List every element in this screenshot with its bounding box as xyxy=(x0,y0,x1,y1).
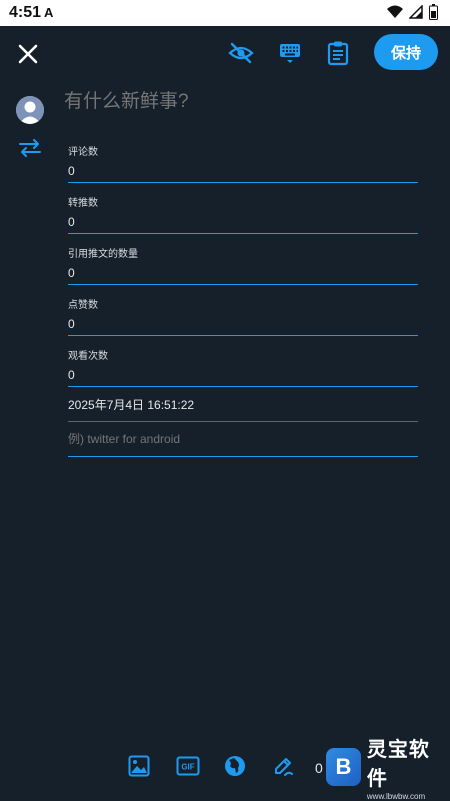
source-client-field[interactable] xyxy=(68,430,418,457)
field-underline xyxy=(68,284,418,285)
field-underline xyxy=(68,335,418,336)
source-client-input[interactable] xyxy=(68,432,418,446)
character-counter: 0 xyxy=(315,760,323,776)
field-label: 观看次数 xyxy=(68,351,108,362)
field-underline xyxy=(68,233,418,234)
datetime-field[interactable]: 2025年7月4日 16:51:22 xyxy=(68,396,418,422)
save-button[interactable]: 保持 xyxy=(374,34,438,70)
close-icon xyxy=(18,44,38,64)
draw-button[interactable] xyxy=(271,754,295,778)
close-button[interactable] xyxy=(12,38,44,70)
hide-icon xyxy=(228,42,254,64)
field-label: 引用推文的数量 xyxy=(68,249,138,260)
battery-icon xyxy=(429,4,438,20)
view-count-field[interactable]: 观看次数 0 xyxy=(68,347,418,387)
field-value[interactable]: 0 xyxy=(68,368,418,382)
clipboard-icon xyxy=(327,41,349,66)
datetime-underline xyxy=(68,421,418,422)
add-gif-button[interactable]: GIF xyxy=(176,754,200,778)
retweet-icon xyxy=(19,139,41,157)
watermark: B 灵宝软件 www.lbwbw.com xyxy=(326,739,444,801)
retweet-count-field[interactable]: 转推数 0 xyxy=(68,194,418,234)
compose-input[interactable] xyxy=(64,88,424,116)
quote-count-field[interactable]: 引用推文的数量 0 xyxy=(68,245,418,285)
field-value[interactable]: 0 xyxy=(68,164,418,178)
hide-button[interactable] xyxy=(224,38,258,68)
image-icon xyxy=(128,755,150,777)
status-indicators xyxy=(387,4,438,20)
keyboard-button[interactable] xyxy=(274,38,306,68)
add-image-button[interactable] xyxy=(127,754,151,778)
watermark-text: 灵宝软件 www.lbwbw.com xyxy=(367,733,444,801)
status-time: 4:51 xyxy=(9,4,42,21)
globe-icon xyxy=(225,756,245,776)
field-label: 点赞数 xyxy=(68,300,98,311)
status-bar: 4:51 A xyxy=(0,0,450,26)
field-underline xyxy=(68,386,418,387)
signal-icon xyxy=(409,5,423,19)
clipboard-button[interactable] xyxy=(322,36,354,70)
field-label: 转推数 xyxy=(68,198,98,209)
field-value[interactable]: 0 xyxy=(68,266,418,280)
field-value[interactable]: 0 xyxy=(68,317,418,331)
field-value[interactable]: 0 xyxy=(68,215,418,229)
source-client-underline xyxy=(68,456,418,457)
watermark-title: 灵宝软件 xyxy=(366,739,430,790)
field-label: 评论数 xyxy=(68,147,98,158)
like-count-field[interactable]: 点赞数 0 xyxy=(68,296,418,336)
compose-toolbar: 保持 xyxy=(0,26,450,80)
field-underline xyxy=(68,182,418,183)
location-button[interactable] xyxy=(223,754,247,778)
svg-text:GIF: GIF xyxy=(181,763,194,772)
keyboard-icon xyxy=(280,44,300,63)
datetime-value[interactable]: 2025年7月4日 16:51:22 xyxy=(68,396,418,413)
status-app-icon: A xyxy=(44,5,54,20)
watermark-logo: B xyxy=(326,748,361,786)
draw-icon xyxy=(275,758,293,776)
avatar-placeholder-icon xyxy=(16,96,44,124)
reply-count-field[interactable]: 评论数 0 xyxy=(68,143,418,183)
avatar xyxy=(16,96,44,124)
wifi-icon xyxy=(387,5,403,18)
retweet-button[interactable] xyxy=(16,134,44,162)
gif-icon: GIF xyxy=(176,756,200,776)
